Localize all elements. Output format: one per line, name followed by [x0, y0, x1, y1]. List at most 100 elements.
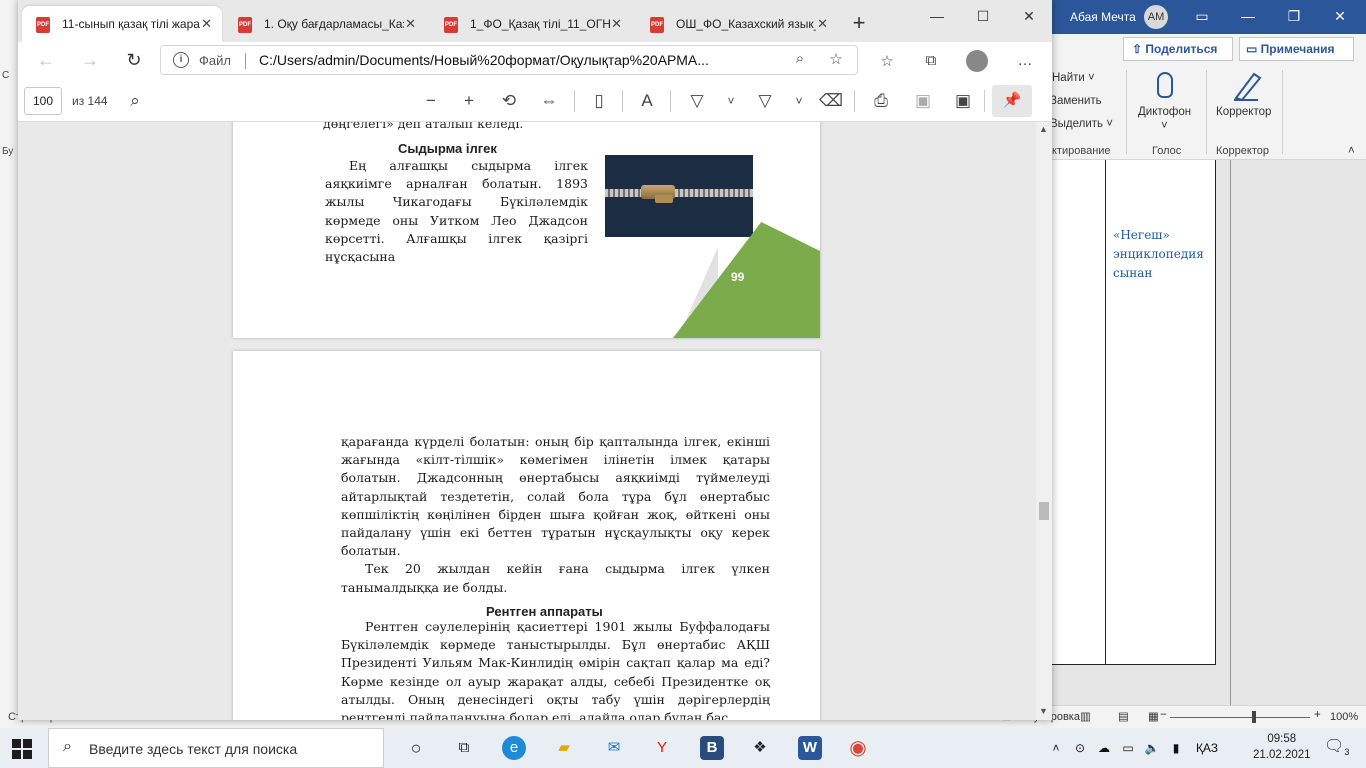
- table-cell-text[interactable]: «Негеш» энциклопедия сынан: [1113, 226, 1213, 283]
- ribbon-options-icon[interactable]: ▭: [1190, 4, 1214, 28]
- zoom-out-icon[interactable]: −: [1160, 709, 1167, 721]
- profile-avatar[interactable]: [966, 50, 988, 72]
- zoom-in-icon[interactable]: +: [1314, 709, 1321, 721]
- new-tab-button[interactable]: +: [844, 6, 874, 42]
- collections-icon[interactable]: ⧉: [920, 52, 942, 72]
- word-left-strip-label-2: Бу: [2, 146, 14, 157]
- address-bar[interactable]: i Файл C:/Users/admin/Documents/Новый%20…: [160, 45, 858, 75]
- start-button[interactable]: [12, 739, 32, 759]
- paragraph-text: Ең алғашқы сыдырма ілгек аяқкиімге арнал…: [325, 158, 588, 265]
- cortana-icon[interactable]: ○: [404, 736, 428, 760]
- ribbon-collapse-icon[interactable]: ˄: [1348, 145, 1355, 157]
- zoom-slider-track[interactable]: [1170, 717, 1310, 718]
- pin-toolbar-icon[interactable]: 📌: [992, 85, 1032, 117]
- taskbar-search[interactable]: ⌕ Введите здесь текст для поиска: [48, 728, 384, 768]
- meet-now-icon[interactable]: ⊙: [1068, 736, 1092, 760]
- address-toolbar: ← → ↻ i Файл C:/Users/admin/Documents/Но…: [18, 42, 1052, 78]
- more-menu-icon[interactable]: …: [1014, 52, 1036, 72]
- editor-button[interactable]: Корректор: [1216, 106, 1271, 118]
- scrollbar-thumb[interactable]: [1039, 502, 1049, 520]
- page-number-input[interactable]: 100: [24, 87, 62, 115]
- close-tab-icon[interactable]: ✕: [817, 6, 828, 42]
- browser-tab[interactable]: PDF ОШ_ФО_Казахский язык_ ✕: [636, 6, 838, 42]
- back-icon[interactable]: ←: [32, 48, 60, 72]
- volume-icon[interactable]: 🔈: [1140, 736, 1164, 760]
- word-icon[interactable]: W: [798, 736, 822, 760]
- maximize-icon[interactable]: ☐: [960, 0, 1006, 32]
- close-tab-icon[interactable]: ✕: [405, 6, 416, 42]
- print-icon[interactable]: ⎙: [868, 88, 894, 114]
- print-layout-icon[interactable]: ▤: [1118, 709, 1129, 723]
- draw-icon[interactable]: ▽: [684, 88, 710, 114]
- language-indicator[interactable]: ҚАЗ: [1190, 736, 1224, 760]
- vertical-scrollbar[interactable]: ▲ ▼: [1036, 122, 1052, 720]
- rotate-icon[interactable]: ⟲: [496, 88, 522, 114]
- highlight-icon[interactable]: ▽: [752, 88, 778, 114]
- read-aloud-icon[interactable]: A: [634, 88, 660, 114]
- comments-button[interactable]: ▭ Примечания: [1239, 37, 1354, 61]
- tray-expand-icon[interactable]: ˄: [1044, 736, 1068, 760]
- file-explorer-icon[interactable]: ▰: [552, 736, 576, 760]
- clock[interactable]: 09:58 21.02.2021: [1253, 731, 1311, 763]
- page-view-icon[interactable]: ▯: [586, 88, 612, 114]
- search-icon[interactable]: ⌕: [122, 88, 148, 114]
- editor-pen-icon[interactable]: [1232, 70, 1262, 102]
- fit-width-icon[interactable]: ⇔: [536, 88, 562, 114]
- add-favorite-icon[interactable]: ☆: [825, 50, 847, 70]
- dictate-chevron-icon[interactable]: ˅: [1161, 120, 1168, 132]
- replace-button[interactable]: Заменить: [1050, 95, 1102, 107]
- zoom-search-icon[interactable]: ⌕: [789, 50, 811, 70]
- favorites-icon[interactable]: ☆: [876, 52, 898, 72]
- eraser-icon[interactable]: ⌫: [818, 88, 844, 114]
- zoom-in-icon[interactable]: +: [456, 88, 482, 114]
- draw-options-chevron-icon[interactable]: ˅: [718, 88, 744, 114]
- minimize-icon[interactable]: —: [1236, 4, 1260, 28]
- notification-icon[interactable]: 🗨3: [1324, 736, 1349, 757]
- zoom-out-icon[interactable]: −: [418, 88, 444, 114]
- doc-page-border: [1230, 160, 1231, 705]
- refresh-icon[interactable]: ↻: [120, 48, 148, 72]
- browser-tab[interactable]: PDF 1. Оқу бағдарламасы_Каз ✕: [224, 6, 426, 42]
- mail-icon[interactable]: ✉: [602, 736, 626, 760]
- select-button[interactable]: Выделить ˅: [1050, 118, 1113, 130]
- zipper-pull: [655, 195, 673, 203]
- minimize-icon[interactable]: —: [914, 0, 960, 32]
- dropbox-icon[interactable]: ❖: [748, 736, 772, 760]
- avatar[interactable]: АМ: [1144, 5, 1168, 29]
- save-icon[interactable]: ▣: [910, 88, 936, 114]
- address-url[interactable]: C:/Users/admin/Documents/Новый%20формат/…: [259, 52, 779, 68]
- pdf-viewer[interactable]: дөңгелегі» деп аталып келеді. Сыдырма іл…: [18, 122, 1052, 720]
- task-view-icon[interactable]: ⧉: [452, 736, 476, 760]
- share-label: Поделиться: [1145, 42, 1218, 56]
- microphone-icon[interactable]: [1157, 72, 1173, 98]
- onedrive-icon[interactable]: ☁: [1092, 736, 1116, 760]
- read-mode-icon[interactable]: ▥: [1080, 709, 1091, 723]
- network-icon[interactable]: ▭: [1116, 736, 1140, 760]
- web-layout-icon[interactable]: ▦: [1148, 709, 1159, 723]
- chrome-icon[interactable]: ◉: [846, 736, 870, 760]
- zoom-slider-thumb[interactable]: [1252, 711, 1256, 723]
- forward-icon[interactable]: →: [76, 48, 104, 72]
- zoom-level[interactable]: 100%: [1330, 711, 1358, 723]
- edge-icon[interactable]: e: [502, 736, 526, 760]
- dictate-button[interactable]: Диктофон: [1138, 106, 1191, 118]
- page-text-block: қарағанда күрделі болатын: оның бір қапт…: [341, 433, 770, 597]
- search-icon: ⌕: [63, 738, 72, 755]
- info-icon[interactable]: i: [173, 52, 189, 68]
- scroll-down-icon[interactable]: ▼: [1039, 706, 1048, 716]
- share-button[interactable]: ⇧ Поделиться: [1123, 37, 1233, 61]
- close-tab-icon[interactable]: ✕: [611, 6, 622, 42]
- save-as-icon[interactable]: ▣: [950, 88, 976, 114]
- find-button[interactable]: Найти ˅: [1052, 72, 1095, 84]
- browser-tab[interactable]: PDF 1_ФО_Қазақ тілі_11_ОГН. ✕: [430, 6, 632, 42]
- battery-icon[interactable]: ▮: [1164, 736, 1188, 760]
- close-window-icon[interactable]: ✕: [1006, 0, 1052, 32]
- close-tab-icon[interactable]: ✕: [201, 6, 212, 42]
- yandex-icon[interactable]: Y: [650, 736, 674, 760]
- close-icon[interactable]: ✕: [1328, 4, 1352, 28]
- browser-tab[interactable]: PDF 11-сынып қазақ тілі жара ✕: [22, 6, 222, 42]
- restore-icon[interactable]: ❐: [1282, 4, 1306, 28]
- scroll-up-icon[interactable]: ▲: [1039, 124, 1048, 134]
- highlight-options-chevron-icon[interactable]: ˅: [786, 88, 812, 114]
- b-app-icon[interactable]: B: [700, 736, 724, 760]
